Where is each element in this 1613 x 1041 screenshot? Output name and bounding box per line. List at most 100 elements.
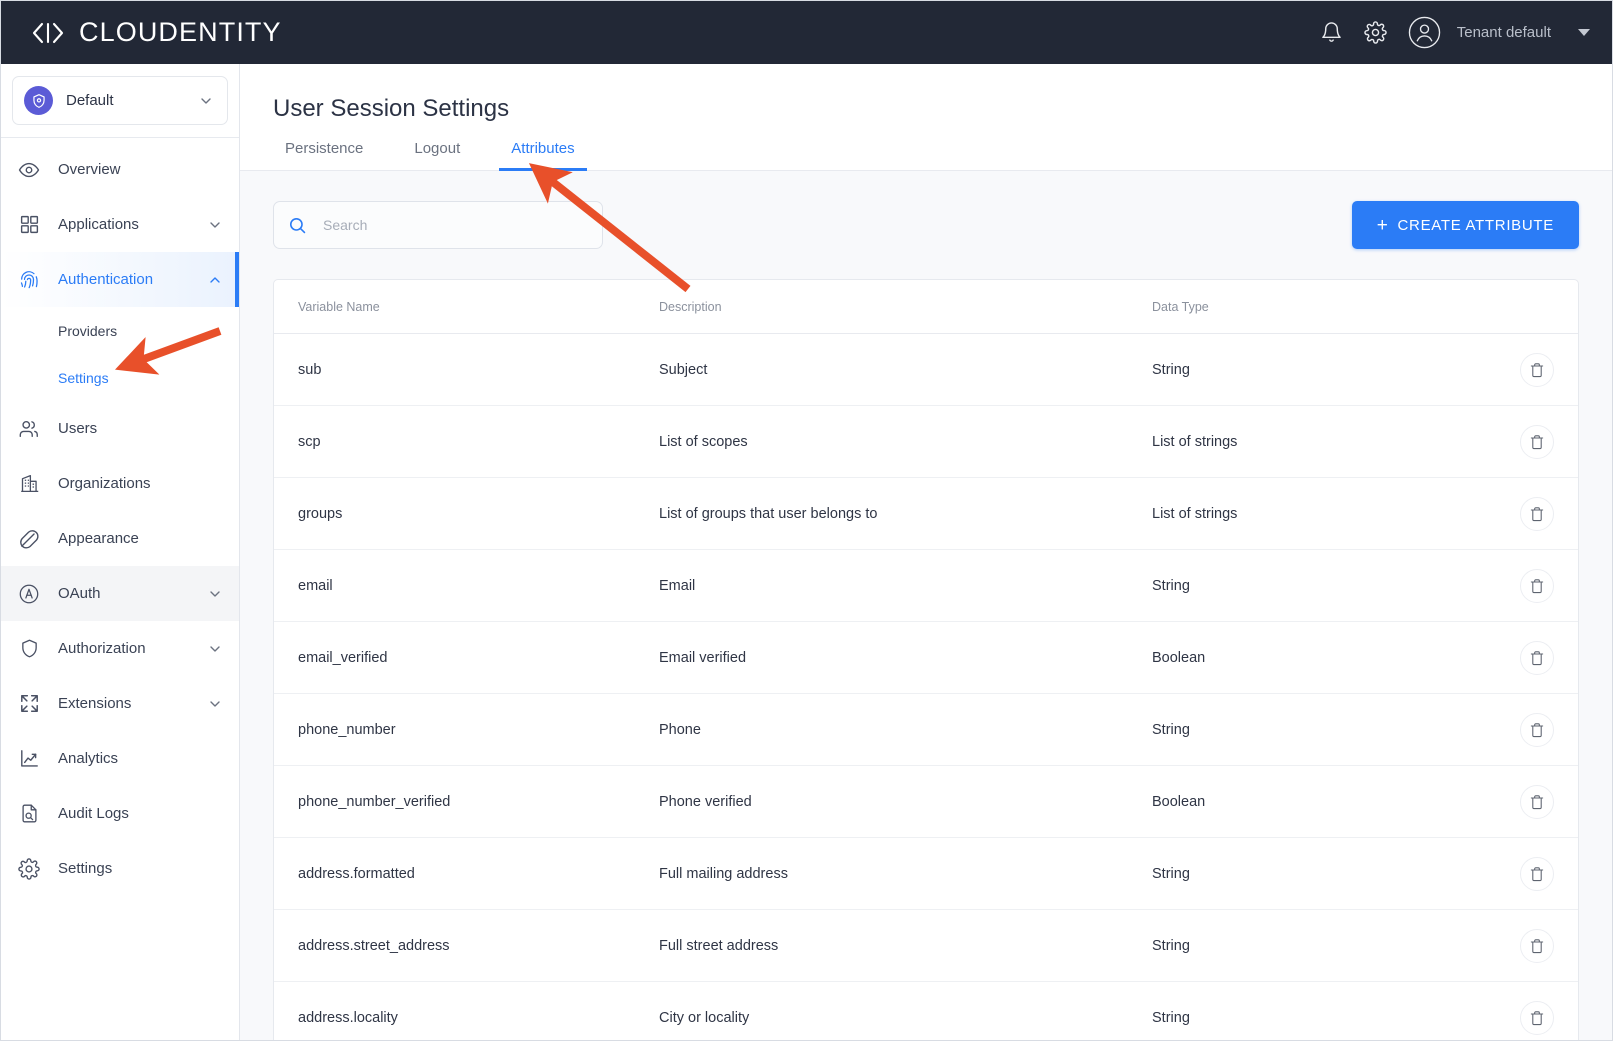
cell-actions (1497, 549, 1578, 622)
sidebar-item-overview[interactable]: Overview (1, 142, 239, 197)
sidebar-item-label: Organizations (58, 475, 151, 492)
delete-attribute-button[interactable] (1520, 425, 1554, 459)
chevron-up-icon[interactable] (207, 272, 223, 288)
trash-icon (1530, 363, 1544, 378)
building-icon (17, 472, 41, 496)
feather-icon (17, 527, 41, 551)
chevron-down-icon[interactable] (198, 93, 214, 109)
sidebar-item-authorization[interactable]: Authorization (1, 621, 239, 676)
table-body: sub Subject String scp List of scopes List of… (274, 333, 1578, 1040)
app-window: CLOUDENTITY Tenant default Default Overv… (0, 0, 1613, 1041)
sidebar-subitem-settings[interactable]: Settings (1, 354, 239, 401)
chevron-down-icon[interactable] (1578, 29, 1590, 36)
table-row[interactable]: sub Subject String (274, 333, 1578, 406)
sidebar-item-authentication[interactable]: Authentication (1, 252, 239, 307)
cell-actions (1497, 621, 1578, 694)
cell-data-type: String (1152, 837, 1497, 910)
search-box[interactable] (273, 201, 603, 249)
workspace-selector[interactable]: Default (12, 76, 228, 125)
sidebar-item-settings[interactable]: Settings (1, 841, 239, 896)
main-content: User Session Settings Persistence Logout… (240, 64, 1612, 1040)
table-row[interactable]: phone_number_verified Phone verified Boole… (274, 765, 1578, 838)
brand-logo[interactable]: CLOUDENTITY (31, 17, 282, 48)
table-row[interactable]: email_verified Email verified Boolean (274, 621, 1578, 694)
shield-icon (24, 86, 53, 115)
table-row[interactable]: scp List of scopes List of strings (274, 405, 1578, 478)
delete-attribute-button[interactable] (1520, 353, 1554, 387)
sidebar-item-audit-logs[interactable]: Audit Logs (1, 786, 239, 841)
cell-description: Full mailing address (659, 837, 1152, 910)
delete-attribute-button[interactable] (1520, 929, 1554, 963)
attributes-table: Variable Name Description Data Type sub S… (274, 280, 1578, 1040)
table-head: Variable Name Description Data Type (274, 280, 1578, 334)
tab-bar: Persistence Logout Attributes (273, 140, 1612, 171)
sidebar-item-label: Extensions (58, 695, 132, 712)
delete-attribute-button[interactable] (1520, 713, 1554, 747)
cell-actions (1497, 909, 1578, 982)
shield-icon (17, 637, 41, 661)
sidebar-item-extensions[interactable]: Extensions (1, 676, 239, 731)
tab-persistence[interactable]: Persistence (273, 140, 375, 171)
column-header-variable-name: Variable Name (274, 280, 659, 334)
cell-data-type: List of strings (1152, 405, 1497, 478)
cell-variable-name: email (274, 549, 659, 622)
tab-attributes[interactable]: Attributes (499, 140, 587, 171)
cell-actions (1497, 837, 1578, 910)
table-row[interactable]: email Email String (274, 549, 1578, 622)
delete-attribute-button[interactable] (1520, 857, 1554, 891)
sidebar-item-label: Audit Logs (58, 805, 129, 822)
table-row[interactable]: phone_number Phone String (274, 693, 1578, 766)
sidebar-item-label: Authentication (58, 271, 154, 288)
sidebar-item-label: Users (58, 420, 98, 437)
cell-data-type: Boolean (1152, 621, 1497, 694)
cell-variable-name: address.formatted (274, 837, 659, 910)
tab-logout[interactable]: Logout (402, 140, 472, 171)
cell-description: Phone (659, 693, 1152, 766)
chevron-down-icon[interactable] (207, 217, 223, 233)
delete-attribute-button[interactable] (1520, 569, 1554, 603)
table-header-row: Variable Name Description Data Type (274, 280, 1578, 334)
content-area: + CREATE ATTRIBUTE Variable Name Descrip… (240, 171, 1612, 1040)
delete-attribute-button[interactable] (1520, 1001, 1554, 1035)
sidebar-item-label: Appearance (58, 530, 139, 547)
delete-attribute-button[interactable] (1520, 641, 1554, 675)
cell-description: Subject (659, 333, 1152, 406)
chevron-down-icon[interactable] (207, 696, 223, 712)
chevron-down-icon[interactable] (207, 586, 223, 602)
table-row[interactable]: groups List of groups that user belongs t… (274, 477, 1578, 550)
create-attribute-button[interactable]: + CREATE ATTRIBUTE (1351, 201, 1579, 249)
sidebar-item-applications[interactable]: Applications (1, 197, 239, 252)
tenant-selector[interactable]: Tenant default (1408, 16, 1590, 49)
cell-data-type: String (1152, 981, 1497, 1040)
bell-icon[interactable] (1320, 21, 1343, 44)
cell-data-type: String (1152, 333, 1497, 406)
search-input[interactable] (321, 216, 588, 234)
delete-attribute-button[interactable] (1520, 497, 1554, 531)
sidebar-subitem-label: Settings (58, 369, 109, 386)
cell-variable-name: address.locality (274, 981, 659, 1040)
sidebar-item-label: Settings (58, 860, 113, 877)
cell-variable-name: sub (274, 333, 659, 406)
table-row[interactable]: address.formatted Full mailing address Str… (274, 837, 1578, 910)
header-actions: Tenant default (1320, 16, 1590, 49)
gear-icon[interactable] (1364, 21, 1387, 44)
trash-icon (1530, 939, 1544, 954)
delete-attribute-button[interactable] (1520, 785, 1554, 819)
trash-icon (1530, 651, 1544, 666)
column-header-data-type: Data Type (1152, 280, 1497, 334)
top-header-bar: CLOUDENTITY Tenant default (1, 1, 1612, 64)
table-row[interactable]: address.locality City or locality String (274, 981, 1578, 1040)
users-icon (17, 417, 41, 441)
cell-variable-name: phone_number (274, 693, 659, 766)
cell-variable-name: groups (274, 477, 659, 550)
sidebar-subitem-providers[interactable]: Providers (1, 307, 239, 354)
cell-description: Full street address (659, 909, 1152, 982)
sidebar-item-oauth[interactable]: OAuth (1, 566, 239, 621)
sidebar-item-users[interactable]: Users (1, 401, 239, 456)
sidebar-item-appearance[interactable]: Appearance (1, 511, 239, 566)
chevron-down-icon[interactable] (207, 641, 223, 657)
table-row[interactable]: address.street_address Full street addres… (274, 909, 1578, 982)
brand-name: CLOUDENTITY (79, 17, 282, 47)
sidebar-item-organizations[interactable]: Organizations (1, 456, 239, 511)
sidebar-item-analytics[interactable]: Analytics (1, 731, 239, 786)
